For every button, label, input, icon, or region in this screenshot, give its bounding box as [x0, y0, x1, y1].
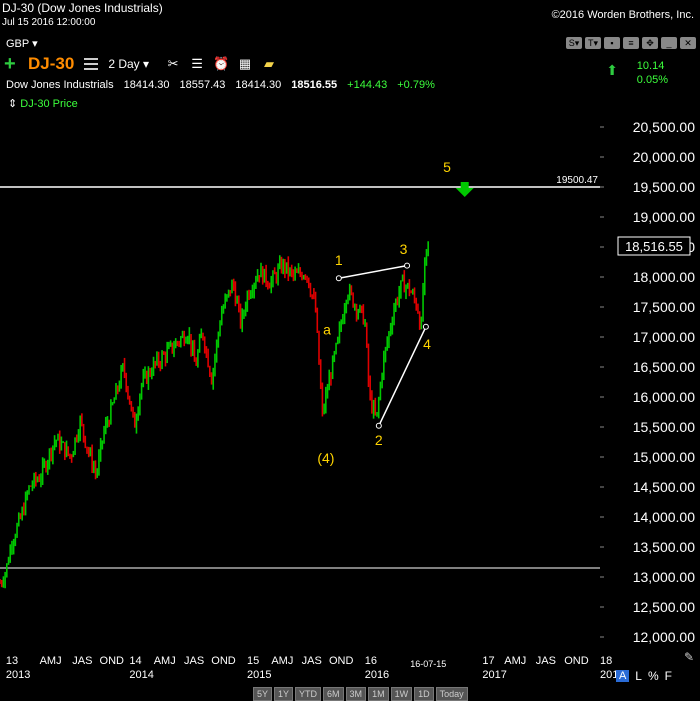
x-tick-label: JAS [302, 655, 322, 667]
y-tick-label: 17,000.00 [633, 329, 695, 345]
percent-scale-button[interactable]: % [648, 669, 659, 683]
x-tick-label: JAS [536, 655, 556, 667]
x-tick-label: OND [211, 655, 236, 667]
y-tick-label: 16,000.00 [633, 389, 695, 405]
x-tick-label: 14 [129, 655, 141, 667]
y-tick-label: 14,500.00 [633, 479, 695, 495]
current-date-label: 16-07-15 [410, 659, 446, 669]
range-button-3m[interactable]: 3M [345, 687, 367, 701]
x-tick-label: 15 [247, 655, 259, 667]
range-button-ytd[interactable]: YTD [295, 687, 322, 701]
x-year-label: 2017 [482, 669, 506, 681]
x-tick-label: 16 [365, 655, 377, 667]
y-tick-label: 13,000.00 [633, 569, 695, 585]
wave-annotation: (4) [317, 450, 334, 466]
scale-options: A L % F [615, 669, 672, 683]
wave-annotation: 5 [443, 159, 451, 175]
range-button-5y[interactable]: 5Y [253, 687, 273, 701]
x-tick-label: JAS [184, 655, 204, 667]
x-tick-label: AMJ [271, 655, 293, 667]
x-tick-label: AMJ [40, 655, 62, 667]
x-tick-label: OND [100, 655, 125, 667]
range-button-1w[interactable]: 1W [390, 687, 413, 701]
wave-annotation: a [323, 322, 331, 338]
plot-area [0, 112, 600, 652]
y-tick-label: 12,500.00 [633, 599, 695, 615]
wave-annotation: 4 [423, 336, 431, 352]
y-tick-label: 13,500.00 [633, 539, 695, 555]
y-tick-label: 15,500.00 [633, 419, 695, 435]
y-tick-label: 20,500.00 [633, 119, 695, 135]
y-tick-label: 15,000.00 [633, 449, 695, 465]
x-year-label: 2013 [6, 669, 30, 681]
x-tick-label: OND [329, 655, 354, 667]
trend-line-handle [335, 275, 342, 282]
range-button-today[interactable]: Today [435, 687, 468, 701]
auto-scale-button[interactable]: A [615, 670, 630, 682]
x-tick-label: 13 [6, 655, 18, 667]
trend-line-handle [404, 262, 411, 269]
range-buttons: 5Y 1Y YTD 6M 3M 1M 1W 1D Today [253, 687, 468, 701]
x-tick-label: 18 [600, 655, 612, 667]
x-year-label: 2016 [365, 669, 389, 681]
y-tick-label: 18,000.00 [633, 269, 695, 285]
range-button-1m[interactable]: 1M [368, 687, 389, 701]
x-tick-label: 17 [482, 655, 494, 667]
range-button-1y[interactable]: 1Y [274, 687, 294, 701]
y-tick-label: 17,500.00 [633, 299, 695, 315]
y-tick-label: 19,500.00 [633, 179, 695, 195]
y-tick-label: 14,000.00 [633, 509, 695, 525]
wave-annotation: 3 [400, 241, 408, 257]
y-tick-label: 19,000.00 [633, 209, 695, 225]
price-chart[interactable]: 12,000.00 12,500.00 13,000.00 13,500.00 14,0… [0, 0, 700, 700]
last-price-label: 18,516.55 [625, 239, 683, 254]
level-label: 19500.47 [556, 175, 598, 186]
y-tick-label: 16,500.00 [633, 359, 695, 375]
pencil-icon[interactable]: ✎ [684, 650, 694, 664]
x-tick-label: OND [564, 655, 589, 667]
range-button-1d[interactable]: 1D [414, 687, 434, 701]
trend-line-handle [422, 323, 429, 330]
fit-button[interactable]: F [665, 669, 672, 683]
range-button-6m[interactable]: 6M [323, 687, 344, 701]
x-year-label: 2015 [247, 669, 271, 681]
trend-line-handle [375, 422, 382, 429]
x-tick-label: JAS [72, 655, 92, 667]
wave-annotation: 1 [335, 252, 343, 268]
x-year-label: 2014 [129, 669, 153, 681]
y-tick-label: 20,000.00 [633, 149, 695, 165]
y-tick-label: 12,000.00 [633, 629, 695, 645]
wave-annotation: 2 [375, 432, 383, 448]
x-tick-label: AMJ [154, 655, 176, 667]
x-tick-label: AMJ [504, 655, 526, 667]
log-scale-button[interactable]: L [635, 669, 642, 683]
